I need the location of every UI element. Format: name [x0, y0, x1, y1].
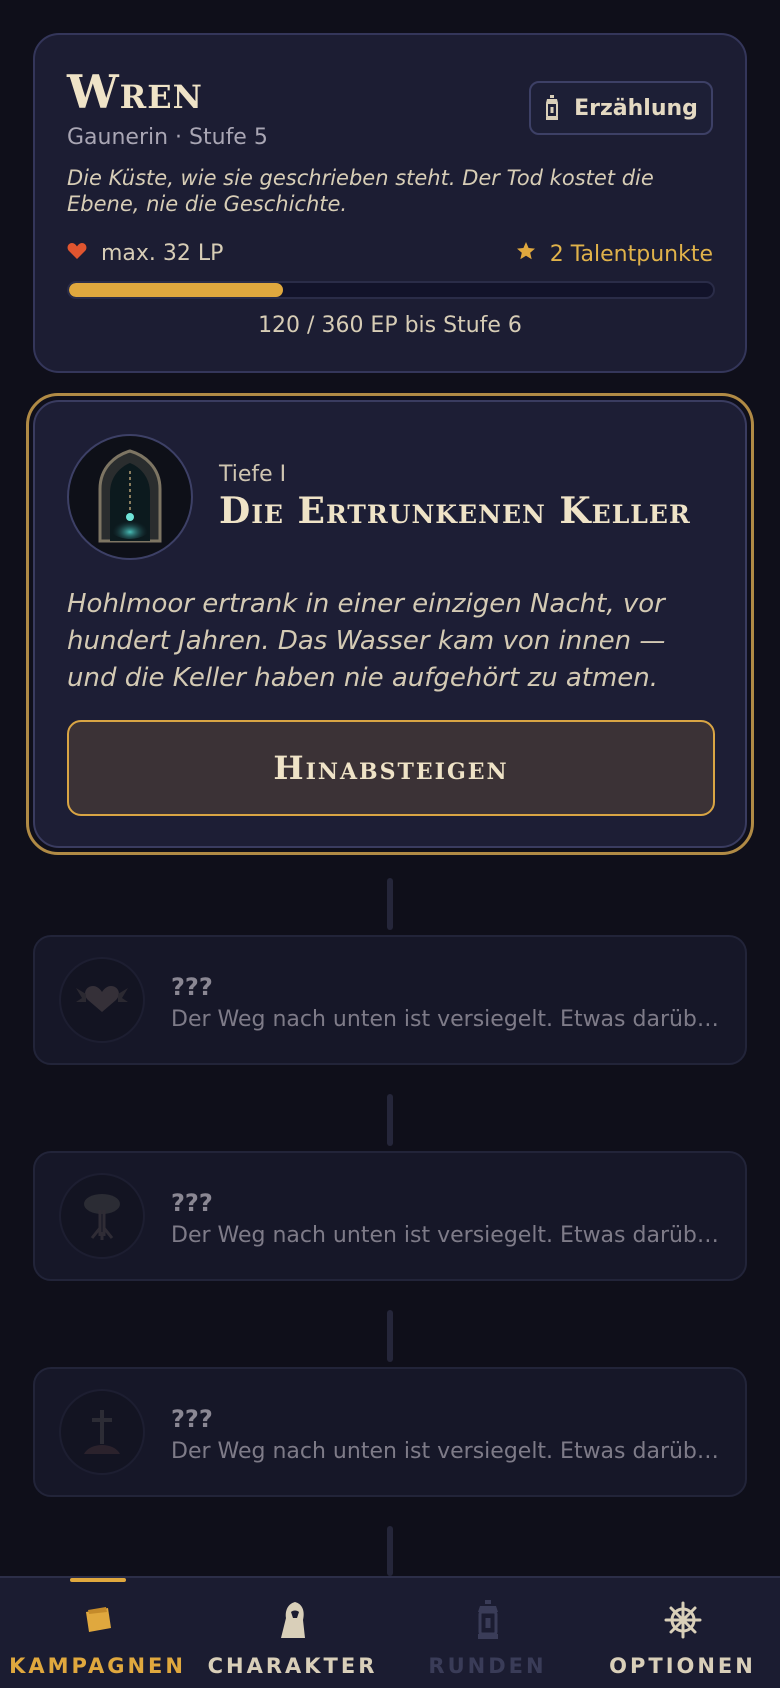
active-depth-card[interactable]: Tiefe I Die Ertrunkenen Keller Hohlmoor … [33, 400, 747, 848]
xp-progress-fill [69, 283, 284, 297]
locked-depth-title: ??? [171, 1405, 213, 1433]
talent-points-label: 2 Talentpunkte [549, 241, 713, 267]
hp-label: max. 32 LP [101, 241, 224, 266]
star-icon [516, 241, 536, 267]
path-connector [387, 878, 393, 930]
talent-points-stat[interactable]: 2 Talentpunkte [516, 241, 713, 267]
cards-icon [78, 1600, 118, 1640]
depth-tier: Tiefe I [219, 462, 287, 487]
nav-tab-kampagnen[interactable]: KAMPAGNEN [0, 1578, 195, 1688]
ship-wheel-icon [663, 1600, 703, 1640]
locked-depth-card: ??? Der Weg nach unten ist versiegelt. E… [33, 1367, 747, 1497]
nav-label: CHARAKTER [207, 1654, 378, 1678]
locked-depth-title: ??? [171, 973, 213, 1001]
xp-progress-bar [67, 281, 715, 299]
nav-tab-optionen[interactable]: OPTIONEN [585, 1578, 780, 1688]
nav-tab-runden[interactable]: RUNDEN [390, 1578, 585, 1688]
nav-label: OPTIONEN [609, 1654, 756, 1678]
locked-depth-description: Der Weg nach unten ist versiegelt. Etwas… [171, 1439, 719, 1464]
lantern-icon [544, 95, 560, 121]
locked-depth-card: ??? Der Weg nach unten ist versiegelt. E… [33, 935, 747, 1065]
locked-depth-description: Der Weg nach unten ist versiegelt. Etwas… [171, 1007, 719, 1032]
locked-depth-description: Der Weg nach unten ist versiegelt. Etwas… [171, 1223, 719, 1248]
active-tab-indicator [69, 1578, 126, 1582]
depth-title: Die Ertrunkenen Keller [219, 490, 691, 532]
locked-depth-card: ??? Der Weg nach unten ist versiegelt. E… [33, 1151, 747, 1281]
bottom-navigation: KAMPAGNEN CHARAKTER RUNDEN OPTIONEN [0, 1576, 780, 1688]
dead-tree-emblem-icon [59, 1173, 145, 1259]
winged-heart-emblem-icon [59, 957, 145, 1043]
locked-depth-title: ??? [171, 1189, 213, 1217]
nav-label: KAMPAGNEN [9, 1654, 186, 1678]
hooded-figure-icon [273, 1600, 313, 1640]
path-connector [387, 1310, 393, 1362]
xp-progress-text: 120 / 360 EP bis Stufe 6 [258, 313, 522, 338]
descend-button[interactable]: Hinabsteigen [67, 720, 715, 816]
sword-grave-emblem-icon [59, 1389, 145, 1475]
nav-tab-charakter[interactable]: CHARAKTER [195, 1578, 390, 1688]
path-connector [387, 1526, 393, 1576]
character-card: Wren Gaunerin · Stufe 5 Erzählung Die Kü… [33, 33, 747, 373]
drowned-cellar-emblem-icon [67, 434, 193, 560]
heart-icon [67, 241, 87, 266]
path-connector [387, 1094, 393, 1146]
story-button-label: Erzählung [574, 95, 698, 121]
character-class-level: Gaunerin · Stufe 5 [67, 125, 268, 150]
hp-stat: max. 32 LP [67, 241, 223, 266]
lantern-icon [468, 1600, 508, 1640]
character-quote: Die Küste, wie sie geschrieben steht. De… [67, 166, 654, 216]
nav-label: RUNDEN [428, 1654, 547, 1678]
character-name: Wren [67, 65, 203, 119]
depth-description: Hohlmoor ertrank in einer einzigen Nacht… [67, 589, 666, 693]
story-button[interactable]: Erzählung [529, 81, 713, 135]
